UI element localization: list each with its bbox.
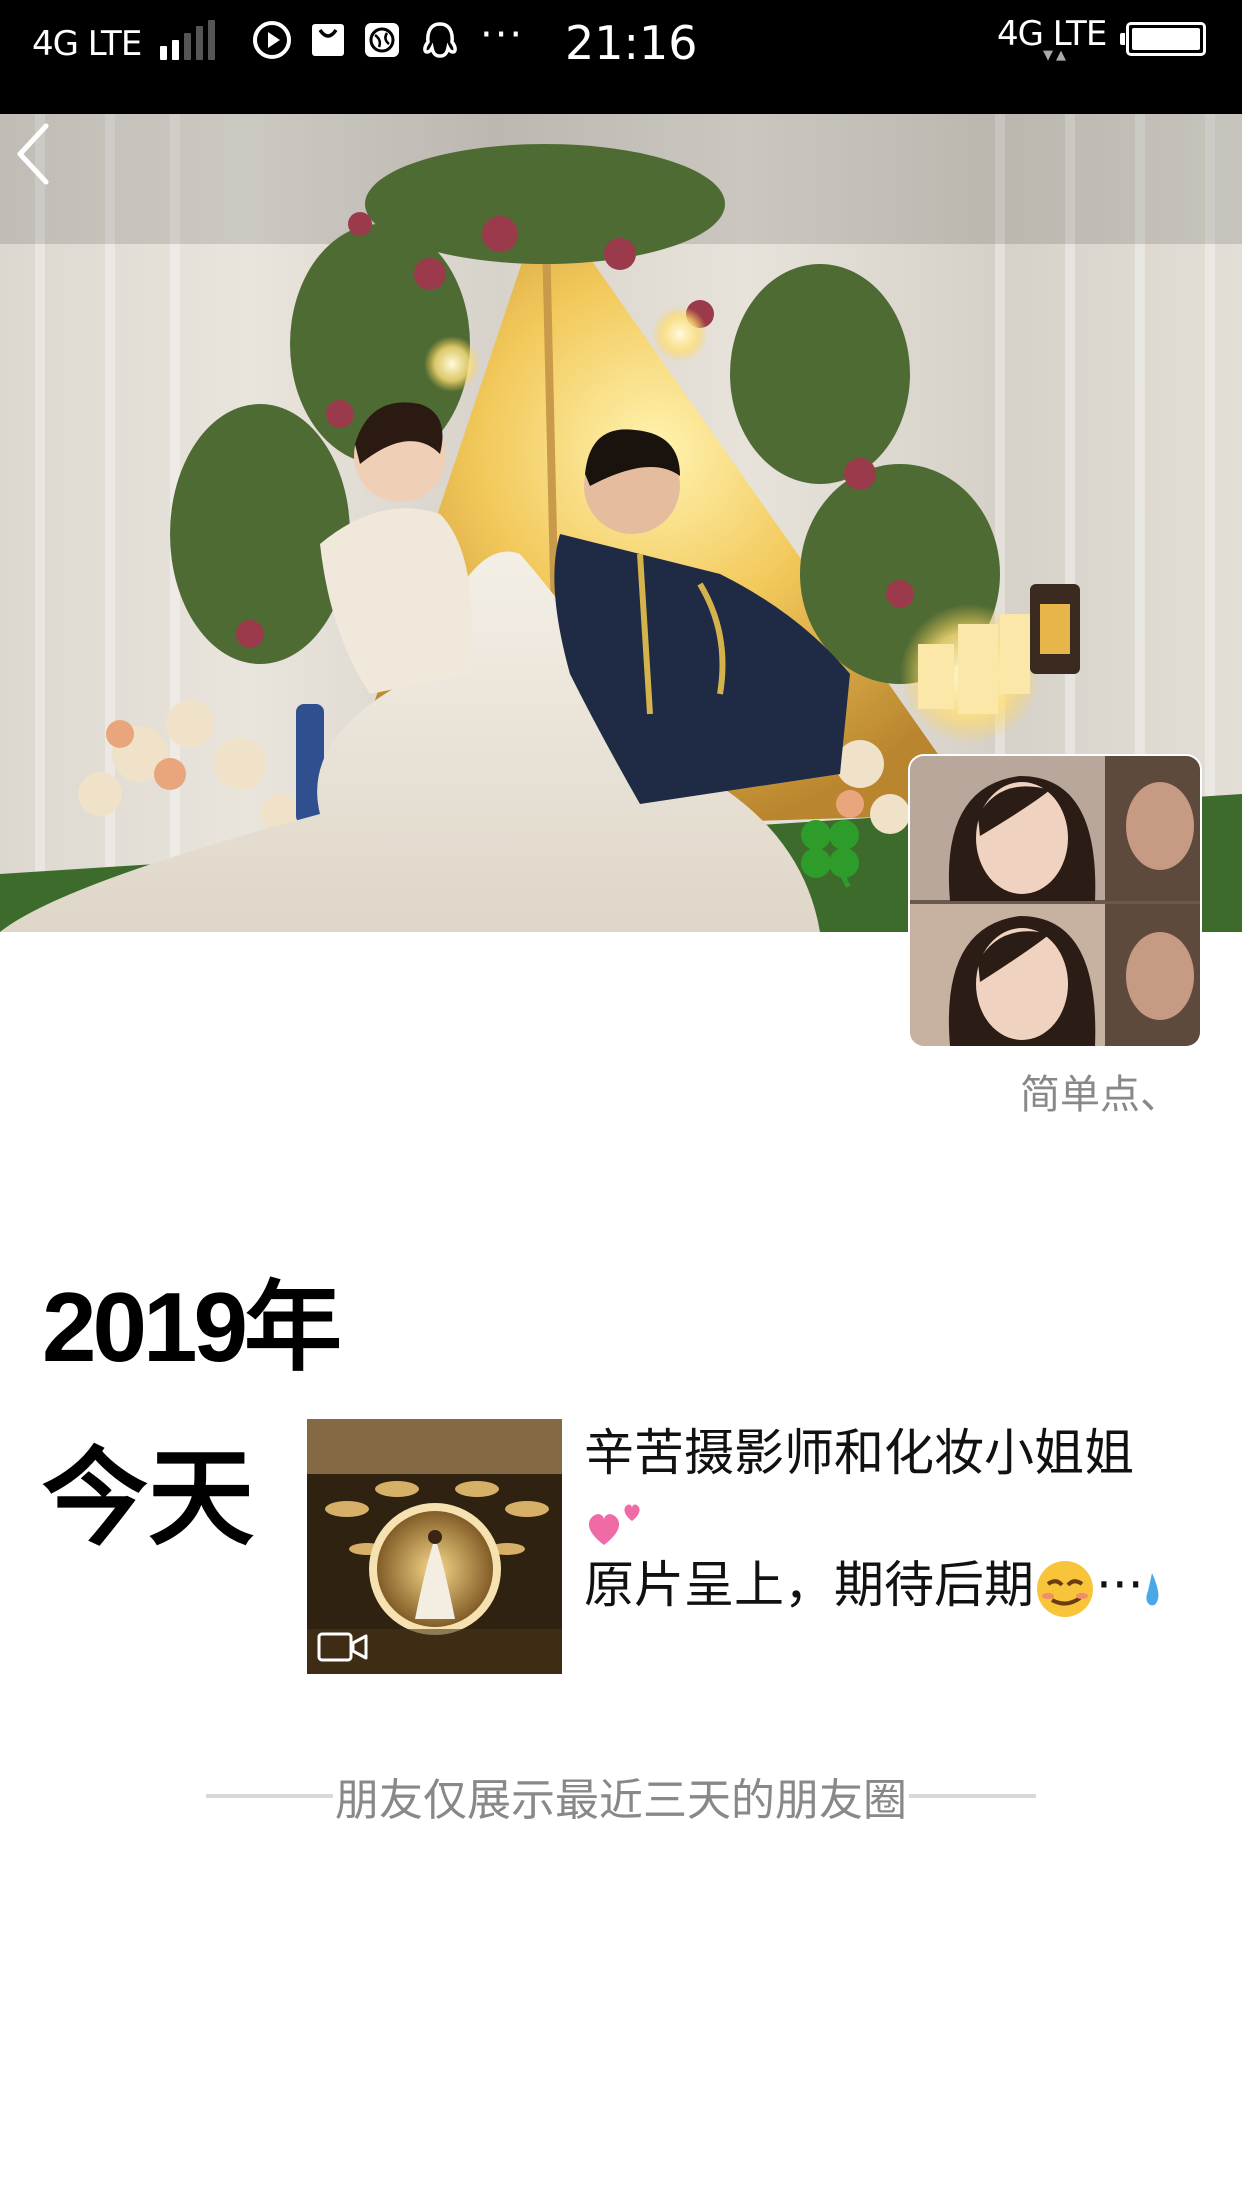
clock: 21:16 (565, 16, 698, 70)
status-bar: 4G LTE ··· 21:16 4G LTE ▼▲ (0, 0, 1242, 114)
avatar-image (910, 756, 1200, 1046)
video-play-icon (253, 21, 291, 59)
sweat-drop-icon (1146, 1572, 1159, 1605)
video-camera-icon (317, 1632, 368, 1662)
post-ellipsis: ··· (1096, 1556, 1144, 1614)
carrier-label: 4G LTE (32, 24, 142, 64)
footer-note-text: 朋友仅展示最近三天的朋友圈 (335, 1775, 907, 1826)
qq-penguin-icon (423, 22, 457, 58)
smirk-face-icon (1037, 1560, 1093, 1617)
post-thumbnail[interactable] (307, 1419, 562, 1674)
battery-icon (1120, 22, 1206, 56)
profile-signature: 简单点、 (1020, 1072, 1180, 1118)
data-activity-icon: ▼▲ (1043, 48, 1069, 63)
avatar[interactable] (910, 756, 1200, 1046)
divider-right (909, 1794, 1036, 1798)
post-text[interactable]: 辛苦摄影师和化妆小姐姐 原片呈上，期待后期 ··· (584, 1420, 1194, 1620)
post-text-line-2 (584, 1486, 1194, 1552)
shopping-bag-icon (312, 24, 344, 56)
divider-left (206, 1794, 333, 1798)
post-text-line-3-label: 原片呈上，期待后期 (584, 1556, 1034, 1614)
more-notifications-icon: ··· (480, 12, 525, 58)
back-button[interactable] (0, 114, 70, 194)
post-text-line-3: 原片呈上，期待后期 ··· (584, 1552, 1194, 1620)
year-label: 2019年 (42, 1272, 342, 1382)
signal-strength-icon (160, 20, 230, 60)
globe-icon (365, 23, 399, 57)
footer-note: 朋友仅展示最近三天的朋友圈 (206, 1766, 1036, 1826)
day-label: 今天 (42, 1437, 254, 1560)
two-hearts-icon (588, 1504, 640, 1545)
post-text-line-1: 辛苦摄影师和化妆小姐姐 (584, 1424, 1134, 1482)
